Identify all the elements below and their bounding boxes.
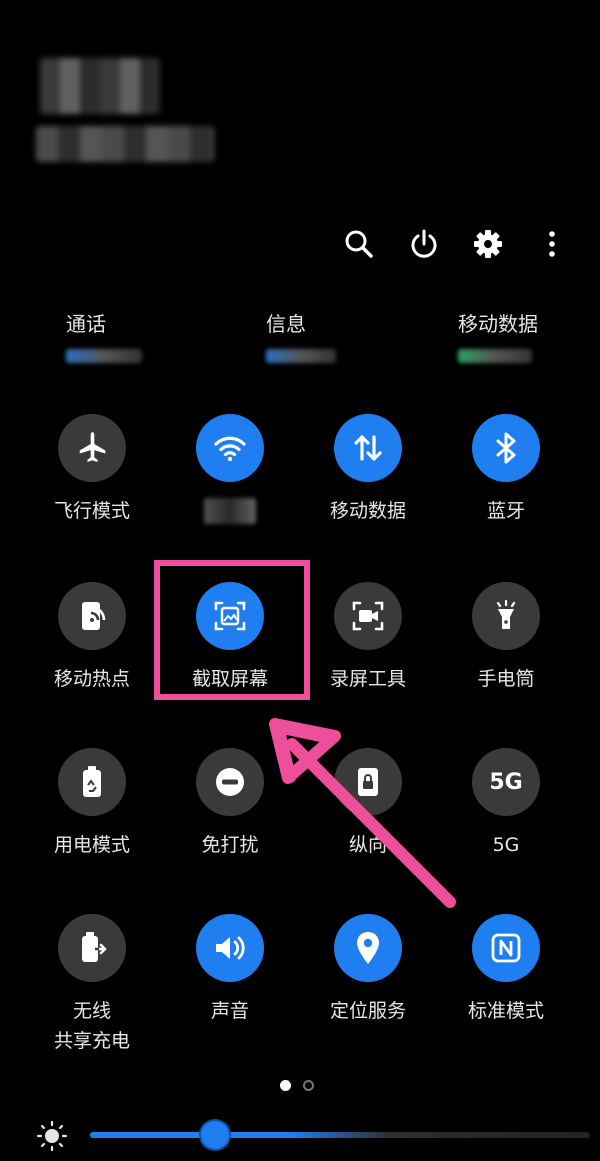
search-button[interactable] <box>337 222 381 266</box>
tile-label: 移动数据 <box>329 500 406 522</box>
brightness-slider[interactable] <box>90 1121 590 1149</box>
page-dot-active[interactable] <box>280 1080 291 1091</box>
tile-do-not-disturb[interactable]: 免打扰 <box>160 748 300 860</box>
tile-wireless-powershare[interactable]: 无线 共享充电 <box>22 914 162 1056</box>
airplane-icon <box>58 414 126 482</box>
screen-record-icon <box>334 582 402 650</box>
nfc-icon <box>472 914 540 982</box>
tile-label: 蓝牙 <box>486 500 525 522</box>
tile-nfc[interactable]: 标准模式 <box>436 914 576 1026</box>
more-options-icon <box>549 231 555 257</box>
sim-message[interactable]: 信息 <box>266 308 336 363</box>
tile-bluetooth[interactable]: 蓝牙 <box>436 414 576 526</box>
more-options-button[interactable] <box>530 222 574 266</box>
settings-gear-icon <box>474 230 502 258</box>
tile-label: 声音 <box>210 1000 249 1022</box>
sim-mobile-data[interactable]: 移动数据 <box>458 308 538 363</box>
tile-mobile-data[interactable]: 移动数据 <box>298 414 438 526</box>
tile-flashlight[interactable]: 手电筒 <box>436 582 576 694</box>
tile-screen-record[interactable]: 录屏工具 <box>298 582 438 694</box>
sim-call-label: 通话 <box>66 312 106 336</box>
flashlight-icon <box>472 582 540 650</box>
tile-label: 移动热点 <box>53 668 130 690</box>
brightness-slider-thumb[interactable] <box>201 1121 229 1149</box>
tile-label: 标准模式 <box>467 1000 544 1022</box>
hotspot-icon <box>58 582 126 650</box>
do-not-disturb-icon <box>196 748 264 816</box>
sim-call[interactable]: 通话 <box>66 308 142 363</box>
tile-sound[interactable]: 声音 <box>160 914 300 1026</box>
tile-label: 定位服务 <box>329 1000 406 1022</box>
tile-label: 5G <box>492 834 520 856</box>
blurred-account-detail <box>36 126 214 162</box>
tile-label: 无线 共享充电 <box>53 1000 130 1052</box>
tile-label: 录屏工具 <box>329 668 406 690</box>
brightness-slider-fill <box>90 1132 215 1138</box>
tile-label: 飞行模式 <box>53 500 130 522</box>
blurred-sim-call-value <box>66 349 142 363</box>
sim-message-label: 信息 <box>266 312 306 336</box>
blurred-wifi-name <box>204 498 256 524</box>
power-button[interactable] <box>402 222 446 266</box>
tile-portrait-lock[interactable]: 纵向 <box>298 748 438 860</box>
battery-mode-icon <box>58 748 126 816</box>
tile-label: 手电筒 <box>477 668 535 690</box>
blurred-sim-data-value <box>458 349 532 363</box>
settings-button[interactable] <box>466 222 510 266</box>
page-indicator[interactable] <box>280 1080 314 1091</box>
blurred-account-name <box>40 58 160 114</box>
tile-power-mode[interactable]: 用电模式 <box>22 748 162 860</box>
location-icon <box>334 914 402 982</box>
highlight-box <box>154 560 310 700</box>
power-icon <box>411 229 437 258</box>
wifi-icon <box>196 414 264 482</box>
tile-airplane-mode[interactable]: 飞行模式 <box>22 414 162 526</box>
blurred-sim-message-value <box>266 349 336 363</box>
mobile-data-icon <box>334 414 402 482</box>
search-icon <box>345 230 373 258</box>
sim-mobile-data-label: 移动数据 <box>458 312 538 336</box>
wireless-powershare-icon <box>58 914 126 982</box>
sound-icon <box>196 914 264 982</box>
tile-location[interactable]: 定位服务 <box>298 914 438 1026</box>
tile-label: 纵向 <box>348 834 387 856</box>
page-dot-inactive[interactable] <box>303 1080 314 1091</box>
portrait-lock-icon <box>334 748 402 816</box>
brightness-sun-icon <box>36 1120 68 1152</box>
tile-wifi[interactable] <box>160 414 300 524</box>
5g-icon: 5G <box>472 748 540 816</box>
tile-5g[interactable]: 5G 5G <box>436 748 576 860</box>
5g-icon-text: 5G <box>489 769 523 795</box>
tile-label: 用电模式 <box>53 834 130 856</box>
tile-label: 免打扰 <box>201 834 259 856</box>
bluetooth-icon <box>472 414 540 482</box>
tile-hotspot[interactable]: 移动热点 <box>22 582 162 694</box>
